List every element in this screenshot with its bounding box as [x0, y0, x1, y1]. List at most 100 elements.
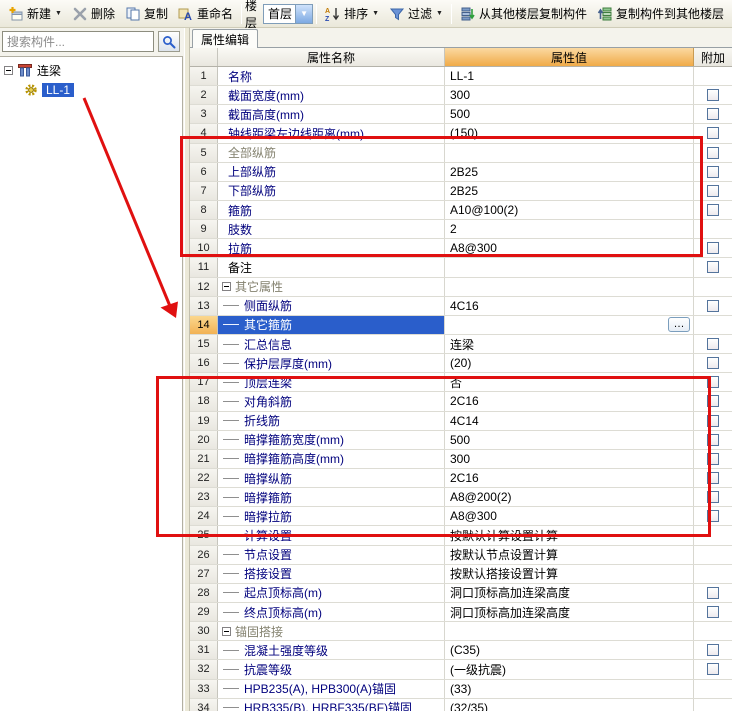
attach-checkbox[interactable]	[707, 127, 719, 140]
property-value-cell[interactable]: …	[445, 315, 694, 334]
attach-checkbox[interactable]	[707, 357, 719, 370]
property-name-cell[interactable]: 保护层厚度(mm)	[218, 354, 445, 373]
attach-checkbox[interactable]	[707, 663, 719, 676]
attach-checkbox[interactable]	[707, 510, 719, 523]
property-value-cell[interactable]: 按默认搭接设置计算	[445, 564, 694, 583]
property-name-cell[interactable]: 截面宽度(mm)	[218, 86, 445, 105]
property-name-cell[interactable]: 汇总信息	[218, 334, 445, 354]
property-name-cell[interactable]: 其它属性	[218, 277, 445, 296]
filter-button[interactable]: 过滤 ▼	[384, 2, 448, 25]
property-name-cell[interactable]: 上部纵筋	[218, 162, 445, 181]
attach-checkbox[interactable]	[707, 204, 719, 217]
property-name-cell[interactable]: 暗撑箍筋宽度(mm)	[218, 430, 445, 449]
property-value-cell[interactable]: (150)	[445, 124, 694, 143]
collapse-icon[interactable]	[222, 282, 231, 292]
property-name-cell[interactable]: 抗震等级	[218, 660, 445, 679]
property-name-cell[interactable]: HPB235(A), HPB300(A)锚固	[218, 679, 445, 698]
delete-button[interactable]: 删除	[67, 2, 120, 25]
property-name-cell[interactable]: 备注	[218, 258, 445, 277]
property-value-cell[interactable]: 2B25	[445, 181, 694, 200]
attach-checkbox[interactable]	[707, 472, 719, 485]
property-value-cell[interactable]: 洞口顶标高加连梁高度	[445, 602, 694, 622]
property-name-cell[interactable]: 计算设置	[218, 526, 445, 545]
ellipsis-button[interactable]: …	[668, 317, 690, 333]
property-value-cell[interactable]: 300	[445, 86, 694, 105]
property-value-cell[interactable]: A8@200(2)	[445, 488, 694, 507]
copy-from-other-floor-button[interactable]: 从其他楼层复制构件	[455, 2, 592, 25]
property-value-cell[interactable]: 2	[445, 220, 694, 239]
attach-checkbox[interactable]	[707, 108, 719, 121]
property-value-cell[interactable]: (33)	[445, 679, 694, 698]
property-name-cell[interactable]: 侧面纵筋	[218, 296, 445, 315]
property-name-cell[interactable]: 终点顶标高(m)	[218, 602, 445, 622]
tab-property-editor[interactable]: 属性编辑	[192, 29, 259, 48]
property-value-cell[interactable]: 洞口顶标高加连梁高度	[445, 583, 694, 602]
property-value-cell[interactable]: (20)	[445, 354, 694, 373]
property-name-cell[interactable]: 顶层连梁	[218, 373, 445, 392]
floor-combobox[interactable]: 首层 ▼	[263, 3, 314, 24]
property-value-cell[interactable]: 连梁	[445, 334, 694, 354]
property-value-cell[interactable]	[445, 622, 694, 641]
attach-checkbox[interactable]	[707, 89, 719, 102]
copy-button[interactable]: 复制	[120, 2, 173, 25]
rename-button[interactable]: A 重命名	[173, 2, 238, 25]
search-button[interactable]	[158, 31, 180, 52]
property-value-cell[interactable]: 500	[445, 430, 694, 449]
collapse-icon[interactable]	[4, 66, 13, 75]
property-name-cell[interactable]: 箍筋	[218, 200, 445, 220]
property-name-cell[interactable]: 混凝土强度等级	[218, 641, 445, 660]
attach-checkbox[interactable]	[707, 491, 719, 504]
property-value-cell[interactable]	[445, 258, 694, 277]
attach-checkbox[interactable]	[707, 165, 719, 178]
property-name-cell[interactable]: 轴线距梁左边线距离(mm)	[218, 124, 445, 143]
property-name-cell[interactable]: 对角斜筋	[218, 392, 445, 411]
property-value-cell[interactable]: A8@300	[445, 507, 694, 526]
attach-checkbox[interactable]	[707, 338, 719, 351]
copy-to-other-floor-button[interactable]: 复制构件到其他楼层	[592, 2, 729, 25]
attach-checkbox[interactable]	[707, 261, 719, 274]
attach-checkbox[interactable]	[707, 644, 719, 657]
property-name-cell[interactable]: 下部纵筋	[218, 181, 445, 200]
property-value-cell[interactable]: 按默认计算设置计算	[445, 526, 694, 545]
property-value-cell[interactable]: 否	[445, 373, 694, 392]
property-value-cell[interactable]: 500	[445, 105, 694, 124]
property-value-cell[interactable]: (C35)	[445, 641, 694, 660]
property-name-cell[interactable]: 拉筋	[218, 239, 445, 258]
property-name-cell[interactable]: 折线筋	[218, 411, 445, 430]
attach-checkbox[interactable]	[707, 586, 719, 599]
property-name-cell[interactable]: 暗撑拉筋	[218, 507, 445, 526]
attach-checkbox[interactable]	[707, 433, 719, 446]
property-name-cell[interactable]: 节点设置	[218, 545, 445, 564]
property-name-cell[interactable]: 全部纵筋	[218, 143, 445, 162]
search-input[interactable]	[2, 31, 154, 52]
property-name-cell[interactable]: 起点顶标高(m)	[218, 583, 445, 602]
attach-checkbox[interactable]	[707, 146, 719, 159]
property-name-cell[interactable]: 暗撑箍筋	[218, 488, 445, 507]
property-value-cell[interactable]: LL-1	[445, 67, 694, 86]
property-value-cell[interactable]: A10@100(2)	[445, 200, 694, 220]
property-name-cell[interactable]: 暗撑纵筋	[218, 468, 445, 488]
sort-button[interactable]: A Z 排序 ▼	[320, 2, 384, 25]
property-name-cell[interactable]: 名称	[218, 67, 445, 86]
tree-node-ll1[interactable]: LL-1	[0, 80, 182, 99]
property-value-cell[interactable]: A8@300	[445, 239, 694, 258]
attach-checkbox[interactable]	[707, 452, 719, 465]
attach-checkbox[interactable]	[707, 184, 719, 197]
property-name-cell[interactable]: 肢数	[218, 220, 445, 239]
attach-checkbox[interactable]	[707, 299, 719, 312]
property-value-cell[interactable]: 2C16	[445, 468, 694, 488]
property-value-cell[interactable]	[445, 143, 694, 162]
attach-checkbox[interactable]	[707, 606, 719, 618]
attach-checkbox[interactable]	[707, 242, 719, 255]
combobox-dropdown-button[interactable]: ▼	[295, 4, 313, 23]
property-name-cell[interactable]: 截面高度(mm)	[218, 105, 445, 124]
property-value-cell[interactable]: 按默认节点设置计算	[445, 545, 694, 564]
property-value-cell[interactable]: 2C16	[445, 392, 694, 411]
property-value-cell[interactable]: 4C16	[445, 296, 694, 315]
property-value-cell[interactable]	[445, 277, 694, 296]
property-name-cell[interactable]: 其它箍筋	[218, 315, 445, 334]
property-value-cell[interactable]: 2B25	[445, 162, 694, 181]
attach-checkbox[interactable]	[707, 376, 719, 389]
property-value-cell[interactable]: (一级抗震)	[445, 660, 694, 679]
attach-checkbox[interactable]	[707, 395, 719, 408]
